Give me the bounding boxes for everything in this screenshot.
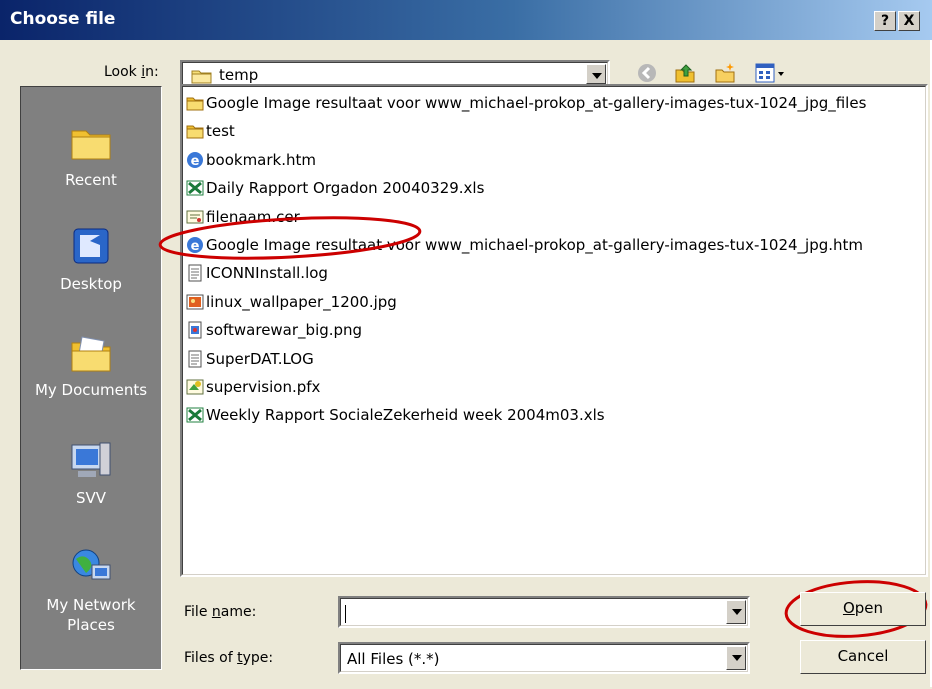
text-caret	[345, 605, 346, 623]
file-item[interactable]: ICONNInstall.log	[186, 261, 328, 285]
htm-file-icon: e	[187, 237, 203, 254]
file-item[interactable]: SuperDAT.LOG	[186, 347, 314, 371]
file-item[interactable]: Google Image resultaat voor www_michael-…	[186, 91, 866, 115]
file-item[interactable]: e bookmark.htm	[186, 148, 316, 172]
help-button[interactable]: ?	[874, 11, 896, 31]
file-list[interactable]: Google Image resultaat voor www_michael-…	[180, 84, 928, 577]
file-name: Google Image resultaat voor www_michael-…	[206, 236, 864, 254]
file-item[interactable]: linux_wallpaper_1200.jpg	[186, 290, 397, 314]
file-item[interactable]: supervision.pfx	[186, 375, 320, 399]
place-label: My Network Places	[46, 596, 136, 634]
places-bar: Recent Desktop My Documents SVV My Netwo…	[20, 86, 162, 670]
file-name: supervision.pfx	[206, 378, 321, 396]
file-name: softwarewar_big.png	[206, 321, 363, 340]
file-name: Daily Rapport Orgadon 20040329.xls	[206, 179, 485, 198]
file-name: SuperDAT.LOG	[206, 349, 314, 368]
computer-icon	[71, 442, 111, 477]
file-type-value: All Files (*.*)	[347, 650, 440, 668]
recent-folder-icon	[71, 130, 111, 160]
log-file-icon	[188, 264, 202, 282]
close-button[interactable]: X	[898, 11, 920, 31]
cancel-button[interactable]: Cancel	[800, 640, 926, 674]
look-in-value: temp	[219, 66, 259, 84]
file-item[interactable]: e Google Image resultaat voor www_michael…	[186, 233, 863, 257]
look-in-label: Look in:	[104, 64, 159, 80]
place-my-documents[interactable]: My Documents	[21, 333, 161, 399]
file-type-dropdown-button[interactable]	[726, 646, 746, 670]
network-icon	[72, 549, 111, 580]
file-item[interactable]: filenaam.cer	[186, 205, 300, 229]
place-label: Desktop	[60, 275, 122, 293]
choose-file-dialog: Choose file ? X Look in: temp Recent Des…	[0, 0, 932, 687]
my-documents-icon	[71, 336, 111, 372]
log-file-icon	[188, 350, 202, 368]
place-label: SVV	[75, 489, 107, 507]
file-item[interactable]: test	[186, 119, 235, 143]
svg-text:e: e	[191, 154, 200, 169]
view-menu-icon[interactable]	[754, 62, 788, 84]
place-svv[interactable]: SVV	[21, 441, 161, 507]
title-bar[interactable]: Choose file ? X	[0, 0, 932, 40]
xls-file-icon	[186, 180, 204, 196]
file-item[interactable]: Weekly Rapport SocialeZekerheid week 200…	[186, 403, 605, 427]
file-item[interactable]: softwarewar_big.png	[186, 318, 362, 342]
place-label: My Documents	[34, 381, 148, 399]
place-my-network[interactable]: My Network Places	[21, 547, 161, 635]
place-recent[interactable]: Recent	[21, 123, 161, 189]
up-folder-icon[interactable]	[674, 62, 696, 84]
svg-text:e: e	[191, 239, 200, 254]
file-type-label: Files of type:	[184, 650, 274, 666]
desktop-icon	[73, 228, 109, 264]
look-in-dropdown-button[interactable]	[586, 64, 606, 84]
file-name: Google Image resultaat voor www_michael-…	[206, 94, 867, 112]
back-icon[interactable]	[636, 62, 658, 84]
file-items: Google Image resultaat voor www_michael-…	[182, 86, 926, 575]
cer-file-icon	[186, 210, 204, 224]
file-name-combo[interactable]	[338, 596, 750, 628]
folder-icon	[186, 97, 204, 111]
file-name: filenaam.cer	[206, 207, 300, 226]
window-title: Choose file	[10, 9, 116, 29]
folder-icon	[191, 70, 212, 84]
xls-file-icon	[186, 407, 204, 423]
htm-file-icon: e	[187, 151, 203, 169]
open-button[interactable]: Open	[800, 592, 926, 626]
file-name-label: File name:	[184, 604, 257, 620]
file-name: bookmark.htm	[206, 150, 316, 169]
folder-icon	[186, 125, 204, 139]
file-type-combo[interactable]: All Files (*.*)	[338, 642, 750, 674]
file-name: linux_wallpaper_1200.jpg	[206, 292, 397, 311]
place-desktop[interactable]: Desktop	[21, 227, 161, 293]
png-file-icon	[188, 321, 202, 339]
file-item[interactable]: Daily Rapport Orgadon 20040329.xls	[186, 176, 484, 200]
place-label: Recent	[65, 171, 117, 189]
file-name: Weekly Rapport SocialeZekerheid week 200…	[206, 406, 605, 425]
file-name: ICONNInstall.log	[206, 264, 328, 283]
pfx-file-icon	[186, 379, 204, 395]
file-name-dropdown-button[interactable]	[726, 600, 746, 624]
file-name: test	[206, 122, 235, 141]
jpg-file-icon	[186, 294, 204, 310]
new-folder-icon[interactable]	[714, 62, 736, 84]
